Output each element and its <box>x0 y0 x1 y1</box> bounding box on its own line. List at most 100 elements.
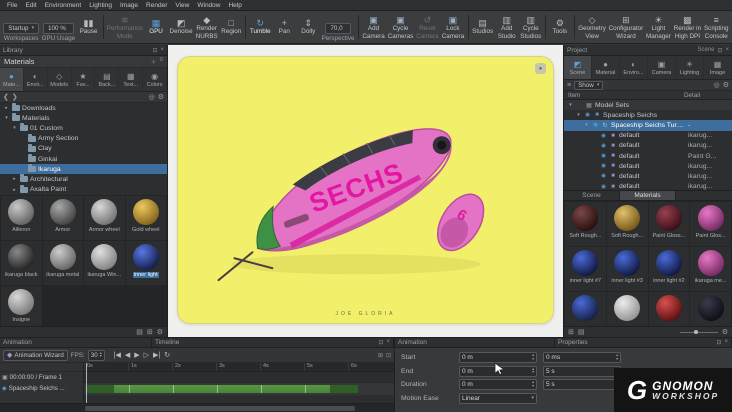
material-thumbnail[interactable]: inner light <box>125 241 166 285</box>
scene-tree-row[interactable]: ◉ ■ default ikarug... <box>564 182 732 190</box>
spinner-arrows-icon[interactable]: ▴▾ <box>532 380 534 388</box>
scene-tree-row[interactable]: ◉ ■ default ikarug... <box>564 171 732 181</box>
timeline-dock-icon[interactable]: ⊡ <box>386 352 391 359</box>
timeline-options-icon[interactable]: ⊞ <box>378 352 383 359</box>
expand-arrow-icon[interactable]: ▾ <box>575 112 582 118</box>
animation-clip-bar[interactable] <box>86 385 358 393</box>
column-detail[interactable]: Detail <box>684 92 732 99</box>
library-folder-row[interactable]: ▾ 01 Custom <box>0 123 167 133</box>
toolbar-button[interactable]: + Pan <box>272 12 296 42</box>
scene-material-thumbnail[interactable]: Paint Glos... <box>690 202 731 246</box>
toolbar-button[interactable]: ▥ Cycle Studios <box>519 12 543 42</box>
toolbar-button[interactable]: ▣ Add Camera <box>361 12 386 42</box>
toolbar-button[interactable]: ▥ Add Studio <box>495 12 519 42</box>
project-tab[interactable]: ☀ Lighting <box>676 56 704 79</box>
material-thumbnail[interactable]: Armor wheel <box>84 196 125 240</box>
property-value-stepper[interactable]: 0 m ▴ ▾ <box>459 379 537 390</box>
scene-material-thumbnail[interactable]: inner light #7 <box>565 247 606 291</box>
toolbar-button[interactable] <box>357 15 359 39</box>
menu-item[interactable]: View <box>171 2 193 9</box>
scene-material-thumbnail[interactable]: inner light #2 <box>648 247 690 291</box>
visibility-eye-icon[interactable]: ◉ <box>600 133 607 139</box>
library-folder-row[interactable]: ▾ Materials <box>0 113 167 123</box>
spinner-arrows-icon[interactable]: ▴▾ <box>532 367 534 375</box>
scene-material-thumbnail[interactable]: ikaruga me... <box>690 247 731 291</box>
toolbar-button[interactable]: ▣ Cycle Cameras <box>386 12 414 42</box>
property-value-stepper[interactable]: 0 ms ▴ ▾ <box>543 352 621 363</box>
fps-stepper[interactable]: 30 ▴ ▾ <box>87 349 105 361</box>
list-view-icon[interactable]: ▤ <box>136 328 143 336</box>
toolbar-button[interactable]: ⊞ Configurator Wizard <box>607 12 644 42</box>
settings-icon[interactable]: ⚙ <box>157 328 163 336</box>
library-folder-row[interactable]: Clay <box>0 143 167 154</box>
spinner-arrows-icon[interactable]: ▴▾ <box>616 353 618 361</box>
toolbar-button[interactable]: ▣ Lock Camera <box>440 12 465 42</box>
library-tab[interactable]: ◐ Envir... <box>24 68 48 91</box>
spinner-arrows-icon[interactable]: ▴▾ <box>100 351 102 359</box>
current-time-row[interactable]: ▣ 00:00:00 / Frame 1 <box>0 372 83 383</box>
toolbar-button[interactable] <box>573 15 575 39</box>
project-subtab[interactable]: Materials <box>620 191 676 200</box>
property-value-stepper[interactable]: 5 s ▴▾ <box>543 379 621 390</box>
grid-view-icon[interactable]: ⊞ <box>147 328 153 336</box>
scrollbar-thumb[interactable] <box>85 406 355 411</box>
scene-tree-row[interactable]: ◉ ■ default Paint G... <box>564 151 732 161</box>
project-subtab[interactable]: Scene <box>564 191 620 200</box>
timeline-scrollbar[interactable] <box>0 403 394 412</box>
scene-material-thumbnail[interactable]: inner light #3 <box>606 247 648 291</box>
library-folder-row[interactable]: ▸ Architectural <box>0 174 167 184</box>
project-tab[interactable]: ● Material <box>592 56 620 79</box>
toolbar-button[interactable]: ▮▮ Pause <box>77 12 101 42</box>
visibility-eye-icon[interactable]: ◉ <box>600 173 607 179</box>
scene-tree-row[interactable]: ▾ ◉ ■ Spaceship Seichs <box>564 110 732 120</box>
thumbnail-size-slider[interactable] <box>679 329 718 334</box>
menu-item[interactable]: Render <box>142 2 171 9</box>
visibility-eye-icon[interactable]: ◉ <box>600 163 607 169</box>
toolbar-button[interactable]: ⇕ Dolly <box>296 12 320 42</box>
transport-button[interactable]: ▶ <box>134 351 139 359</box>
transport-button[interactable]: ▶| <box>153 351 160 359</box>
forward-icon[interactable]: ❯ <box>12 93 18 101</box>
toolbar-button[interactable] <box>467 15 469 39</box>
scene-tree-row[interactable]: ▾ ◉ ↻ Spaceship Seichs Turntable 2 - <box>564 120 732 131</box>
library-tab[interactable]: ● Mate... <box>0 68 24 91</box>
search-icon[interactable]: ◎ <box>714 81 720 89</box>
scene-material-thumbnail[interactable] <box>648 292 690 326</box>
menu-item[interactable]: Lighting <box>85 2 116 9</box>
dock-icon[interactable]: ⊡ <box>716 339 721 346</box>
close-icon[interactable]: × <box>724 339 728 346</box>
close-icon[interactable]: × <box>160 47 164 54</box>
toolbar-button[interactable]: ↻ Tumble <box>248 12 272 42</box>
project-tab[interactable]: ◩ Scene <box>564 56 592 79</box>
project-tab[interactable]: ▣ Camera <box>648 56 676 79</box>
transport-button[interactable]: ◀ <box>125 351 130 359</box>
list-view-icon[interactable]: ▤ <box>578 328 585 336</box>
motion-ease-dropdown[interactable]: Linear ▾ <box>459 392 537 404</box>
toolbar-button[interactable]: ◇ Geometry View <box>577 12 607 42</box>
toolbar-button[interactable]: ↺ Reset Camera <box>415 12 440 42</box>
scene-material-thumbnail[interactable]: Soft Rough... <box>565 202 606 246</box>
expand-arrow-icon[interactable]: ▾ <box>3 115 10 121</box>
camera-track[interactable] <box>84 372 394 383</box>
visibility-eye-icon[interactable]: ◉ <box>600 143 607 149</box>
toolbar-button[interactable]: 70,0 Perspective <box>320 12 356 42</box>
turntable-track[interactable] <box>84 383 394 395</box>
spinner-arrows-icon[interactable]: ▴▾ <box>532 353 534 361</box>
library-tab[interactable]: ▦ Text... <box>119 68 144 91</box>
toolbar-button[interactable]: ▤ Studios <box>471 12 495 42</box>
dock-icon[interactable]: ⊡ <box>152 47 157 54</box>
toolbar-button[interactable]: Startup ▾ Workspaces <box>2 12 40 42</box>
toolbar-button[interactable]: ⚙ Tools <box>548 12 572 42</box>
library-folder-row[interactable]: Army Section <box>0 133 167 144</box>
expand-arrow-icon[interactable]: ▾ <box>583 122 590 128</box>
scene-tree-row[interactable]: ◉ ■ default ikarug... <box>564 141 732 151</box>
timeline-ruler[interactable]: 0s 1s 2s 3s 4s 5s 6s <box>84 363 394 372</box>
toolbar-button[interactable]: ≋ Performance Mode <box>106 12 145 42</box>
menu-item[interactable]: Help <box>224 2 245 9</box>
material-thumbnail[interactable]: Gold wheel <box>125 196 166 240</box>
library-tab[interactable]: ★ Fav... <box>72 68 96 91</box>
scene-material-thumbnail[interactable] <box>690 292 731 326</box>
expand-arrow-icon[interactable]: ▾ <box>11 125 18 131</box>
settings-icon[interactable]: ⚙ <box>722 328 728 336</box>
project-tab[interactable]: ◐ Enviro... <box>620 56 648 79</box>
